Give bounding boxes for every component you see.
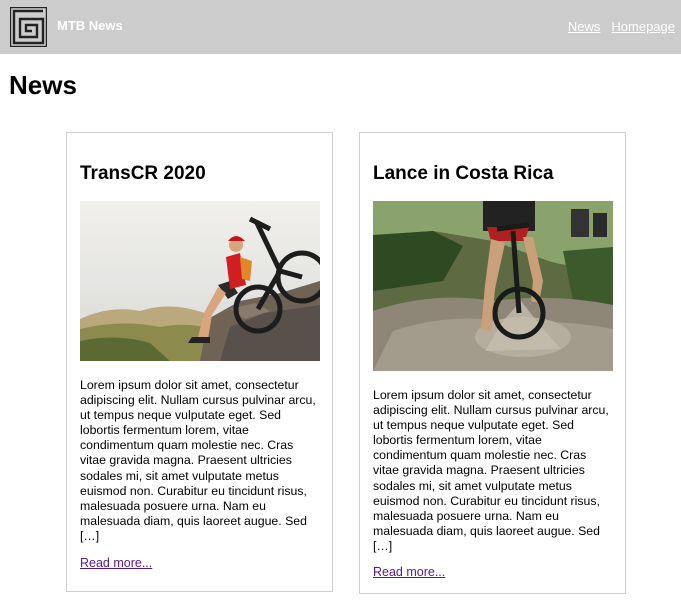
- card-body: Lorem ipsum dolor sit amet, consectetur …: [80, 378, 316, 543]
- nav-link-news[interactable]: News: [568, 19, 601, 34]
- news-card: TransCR 2020 Lorem ipsum dolor sit amet,…: [66, 132, 333, 592]
- card-title: Lance in Costa Rica: [373, 163, 554, 184]
- card-body: Lorem ipsum dolor sit amet, consectetur …: [373, 388, 609, 553]
- site-brand[interactable]: MTB News: [57, 18, 123, 33]
- page-title: News: [9, 70, 77, 100]
- news-card: Lance in Costa Rica Lorem ipsum dolor si…: [359, 132, 626, 594]
- main-nav: News Homepage: [557, 19, 675, 34]
- read-more-link[interactable]: Read more...: [373, 565, 445, 579]
- read-more-link[interactable]: Read more...: [80, 556, 152, 570]
- nav-link-homepage[interactable]: Homepage: [611, 19, 675, 34]
- mountain-biker-resting-on-rock-photo: [80, 201, 320, 361]
- site-header: MTB News News Homepage: [0, 0, 681, 54]
- riders-splashing-through-mud-photo: [373, 201, 613, 371]
- square-spiral-logo-icon[interactable]: [10, 7, 47, 47]
- card-title: TransCR 2020: [80, 163, 206, 184]
